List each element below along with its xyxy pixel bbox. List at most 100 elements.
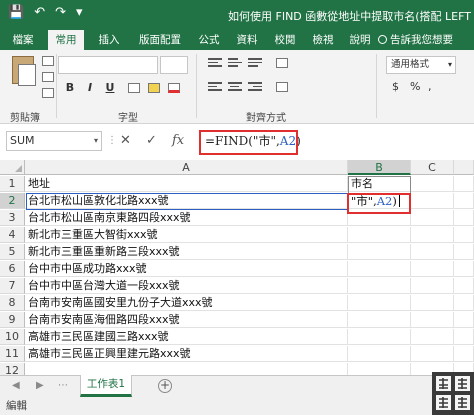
number-format-dropdown[interactable]: 通用格式 ▾ bbox=[386, 56, 456, 74]
cell-a5[interactable]: 新北市三重區重新路三段xxx號 bbox=[25, 244, 348, 260]
cell-c8[interactable] bbox=[411, 295, 454, 311]
enter-icon[interactable]: ✓ bbox=[146, 133, 157, 148]
row-header[interactable]: 1 bbox=[0, 176, 25, 192]
row-header[interactable]: 5 bbox=[0, 244, 25, 260]
cell-a10[interactable]: 高雄市三民區建國三路xxx號 bbox=[25, 329, 348, 345]
cell-c10[interactable] bbox=[411, 329, 454, 345]
row-header[interactable]: 7 bbox=[0, 278, 25, 294]
cell-b4[interactable] bbox=[348, 227, 411, 243]
align-middle-icon[interactable] bbox=[228, 58, 242, 70]
cell-a4[interactable]: 新北市三重區大智街xxx號 bbox=[25, 227, 348, 243]
paste-button[interactable] bbox=[6, 54, 40, 94]
cell-c5[interactable] bbox=[411, 244, 454, 260]
add-sheet-icon[interactable]: + bbox=[158, 379, 172, 393]
cell-d11[interactable] bbox=[454, 346, 474, 362]
cell-c9[interactable] bbox=[411, 312, 454, 328]
tab-help[interactable]: 說明 bbox=[344, 30, 376, 50]
fill-color-icon[interactable] bbox=[148, 83, 160, 93]
align-right-icon[interactable] bbox=[248, 82, 262, 94]
cell-c2[interactable] bbox=[411, 193, 454, 209]
cell-a3[interactable]: 台北市松山區南京東路四段xxx號 bbox=[25, 210, 348, 226]
cell-d10[interactable] bbox=[454, 329, 474, 345]
column-header-d[interactable] bbox=[454, 160, 474, 175]
tab-home[interactable]: 常用 bbox=[48, 30, 84, 50]
select-all-button[interactable] bbox=[0, 160, 25, 175]
italic-button[interactable]: I bbox=[82, 80, 98, 96]
cancel-icon[interactable]: ✕ bbox=[120, 133, 131, 148]
cell-d1[interactable] bbox=[454, 176, 474, 192]
cell-d7[interactable] bbox=[454, 278, 474, 294]
cell-c1[interactable] bbox=[411, 176, 454, 192]
tab-data[interactable]: 資料 bbox=[230, 30, 264, 50]
drag-handle-icon[interactable]: ⋮ bbox=[107, 135, 117, 146]
cell-b6[interactable] bbox=[348, 261, 411, 277]
undo-icon[interactable]: ↶ bbox=[34, 5, 45, 20]
row-header[interactable]: 2 bbox=[0, 193, 25, 209]
cell-d2[interactable] bbox=[454, 193, 474, 209]
cell-a6[interactable]: 台中市中區成功路xxx號 bbox=[25, 261, 348, 277]
tab-page-layout[interactable]: 版面配置 bbox=[132, 30, 188, 50]
tab-review[interactable]: 校閱 bbox=[268, 30, 302, 50]
format-painter-icon[interactable] bbox=[42, 88, 54, 98]
align-bottom-icon[interactable] bbox=[248, 58, 262, 70]
row-header[interactable]: 6 bbox=[0, 261, 25, 277]
align-left-icon[interactable] bbox=[208, 82, 222, 94]
sheet-tab-1[interactable]: 工作表1 bbox=[80, 375, 132, 397]
cell-b8[interactable] bbox=[348, 295, 411, 311]
row-header[interactable]: 4 bbox=[0, 227, 25, 243]
cell-d6[interactable] bbox=[454, 261, 474, 277]
cell-a9[interactable]: 台南市安南區海佃路四段xxx號 bbox=[25, 312, 348, 328]
column-header-a[interactable]: A bbox=[25, 160, 348, 175]
cell-c3[interactable] bbox=[411, 210, 454, 226]
cell-d3[interactable] bbox=[454, 210, 474, 226]
cut-icon[interactable] bbox=[42, 56, 54, 66]
cell-b11[interactable] bbox=[348, 346, 411, 362]
bold-button[interactable]: B bbox=[62, 80, 78, 96]
cell-d9[interactable] bbox=[454, 312, 474, 328]
wrap-text-icon[interactable] bbox=[276, 58, 288, 68]
cell-d8[interactable] bbox=[454, 295, 474, 311]
align-center-icon[interactable] bbox=[228, 82, 242, 94]
more-sheets-icon[interactable]: ⋯ bbox=[58, 380, 68, 391]
row-header[interactable]: 11 bbox=[0, 346, 25, 362]
cell-c6[interactable] bbox=[411, 261, 454, 277]
cell-d4[interactable] bbox=[454, 227, 474, 243]
save-icon[interactable]: 💾 bbox=[8, 5, 24, 20]
cell-a11[interactable]: 高雄市三民區正興里建元路xxx號 bbox=[25, 346, 348, 362]
cell-b10[interactable] bbox=[348, 329, 411, 345]
tell-me-search[interactable]: 告訴我您想要 bbox=[378, 30, 453, 50]
cell-b5[interactable] bbox=[348, 244, 411, 260]
cell-b7[interactable] bbox=[348, 278, 411, 294]
cell-a1[interactable]: 地址 bbox=[25, 176, 348, 192]
cell-c4[interactable] bbox=[411, 227, 454, 243]
cell-c11[interactable] bbox=[411, 346, 454, 362]
row-header[interactable]: 10 bbox=[0, 329, 25, 345]
border-icon[interactable] bbox=[128, 83, 140, 93]
merge-center-icon[interactable] bbox=[276, 82, 288, 92]
copy-icon[interactable] bbox=[42, 72, 54, 82]
insert-function-icon[interactable]: fx bbox=[172, 133, 184, 148]
comma-icon[interactable]: , bbox=[428, 80, 432, 93]
tab-file[interactable]: 檔案 bbox=[6, 30, 40, 50]
redo-icon[interactable]: ↷ bbox=[55, 5, 66, 20]
cell-c7[interactable] bbox=[411, 278, 454, 294]
column-header-c[interactable]: C bbox=[411, 160, 454, 175]
currency-icon[interactable]: $ bbox=[392, 80, 399, 93]
tab-insert[interactable]: 插入 bbox=[92, 30, 126, 50]
row-header[interactable]: 3 bbox=[0, 210, 25, 226]
tab-formulas[interactable]: 公式 bbox=[192, 30, 226, 50]
underline-button[interactable]: U bbox=[102, 80, 118, 96]
align-top-icon[interactable] bbox=[208, 58, 222, 70]
row-header[interactable]: 9 bbox=[0, 312, 25, 328]
font-color-icon[interactable] bbox=[168, 83, 180, 93]
percent-icon[interactable]: % bbox=[410, 80, 420, 93]
scroll-right-icon[interactable]: ▶ bbox=[36, 380, 44, 391]
name-box[interactable]: SUM ▾ bbox=[6, 131, 102, 151]
cell-a8[interactable]: 台南市安南區國安里九份子大道xxx號 bbox=[25, 295, 348, 311]
scroll-left-icon[interactable]: ◀ bbox=[12, 380, 20, 391]
font-size-box[interactable] bbox=[160, 56, 188, 74]
tab-view[interactable]: 檢視 bbox=[306, 30, 340, 50]
cell-a7[interactable]: 台中市中區台灣大道一段xxx號 bbox=[25, 278, 348, 294]
cell-d5[interactable] bbox=[454, 244, 474, 260]
customize-icon[interactable]: ▾ bbox=[76, 5, 83, 20]
